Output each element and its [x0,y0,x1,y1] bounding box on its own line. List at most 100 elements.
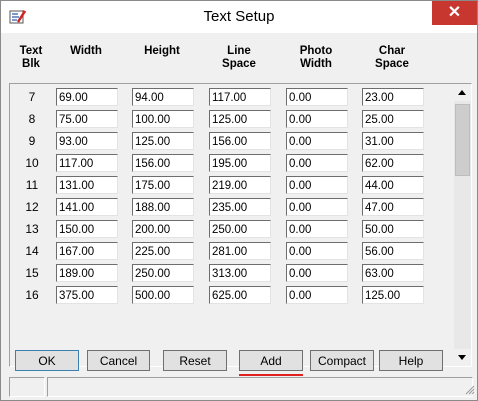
line-space-field[interactable]: 281.00 [209,242,271,260]
row-blk-number: 15 [25,266,39,280]
line-space-field[interactable]: 117.00 [209,88,271,106]
text-setup-window: Text Setup ✕ Text Blk Width Height Line Sp… [0,0,478,401]
title-bar[interactable]: Text Setup ✕ [1,1,477,33]
char-space-field[interactable]: 25.00 [362,110,424,128]
header-label-5: Char Space [375,45,409,70]
char-space-field[interactable]: 62.00 [362,154,424,172]
char-space-field[interactable]: 50.00 [362,220,424,238]
photo-width-field[interactable]: 0.00 [286,198,348,216]
scroll-up-button[interactable] [454,84,471,101]
line-space-field[interactable]: 219.00 [209,176,271,194]
cancel-button[interactable]: Cancel [87,350,150,371]
table-row: 16 375.00 500.00 625.00 0.00 125.00 [10,286,454,308]
photo-width-field[interactable]: 0.00 [286,132,348,150]
height-field[interactable]: 156.00 [132,154,194,172]
header-label-4: Photo Width [299,45,333,70]
width-field[interactable]: 150.00 [56,220,118,238]
height-field[interactable]: 225.00 [132,242,194,260]
row-blk-number: 10 [25,156,39,170]
header-line-space: Line Space [208,45,270,71]
width-field[interactable]: 69.00 [56,88,118,106]
char-space-field[interactable]: 125.00 [362,286,424,304]
char-space-field[interactable]: 31.00 [362,132,424,150]
table-row: 9 93.00 125.00 156.00 0.00 31.00 [10,132,454,154]
arrow-up-icon [458,90,466,95]
width-field[interactable]: 141.00 [56,198,118,216]
header-width: Width [55,45,117,58]
width-field[interactable]: 117.00 [56,154,118,172]
header-label-2: Height [144,45,180,57]
row-blk-number: 7 [28,90,36,104]
photo-width-field[interactable]: 0.00 [286,286,348,304]
reset-button[interactable]: Reset [163,350,227,371]
photo-width-field[interactable]: 0.00 [286,110,348,128]
table-row: 14 167.00 225.00 281.00 0.00 56.00 [10,242,454,264]
photo-width-field[interactable]: 0.00 [286,220,348,238]
line-space-field[interactable]: 625.00 [209,286,271,304]
char-space-field[interactable]: 47.00 [362,198,424,216]
close-button[interactable]: ✕ [432,1,477,25]
vertical-scrollbar[interactable] [454,84,471,366]
row-blk-number: 13 [25,222,39,236]
char-space-field[interactable]: 23.00 [362,88,424,106]
status-pane-main [47,377,473,397]
text-blocks-list: 7 69.00 94.00 117.00 0.00 23.00 8 75.00 100.00 12… [9,83,472,367]
photo-width-field[interactable]: 0.00 [286,154,348,172]
header-label-1: Width [70,45,102,57]
status-pane-left [9,377,45,397]
row-blk-number: 12 [25,200,39,214]
table-row: 8 75.00 100.00 125.00 0.00 25.00 [10,110,454,132]
help-button[interactable]: Help [379,350,443,371]
height-field[interactable]: 188.00 [132,198,194,216]
height-field[interactable]: 100.00 [132,110,194,128]
resize-grip-icon[interactable] [465,385,475,395]
row-blk-number: 9 [28,134,36,148]
line-space-field[interactable]: 235.00 [209,198,271,216]
add-highlight-underline [239,374,303,376]
height-field[interactable]: 500.00 [132,286,194,304]
header-height: Height [131,45,193,58]
compact-button[interactable]: Compact [310,350,374,371]
row-blk-number: 11 [25,178,39,192]
column-header: Text Blk Width Height Line Space Photo Widt… [1,33,477,83]
table-row: 15 189.00 250.00 313.00 0.00 63.00 [10,264,454,286]
photo-width-field[interactable]: 0.00 [286,242,348,260]
add-button[interactable]: Add [239,350,303,371]
char-space-field[interactable]: 44.00 [362,176,424,194]
char-space-field[interactable]: 56.00 [362,242,424,260]
scroll-down-button[interactable] [454,349,471,366]
char-space-field[interactable]: 63.00 [362,264,424,282]
height-field[interactable]: 175.00 [132,176,194,194]
height-field[interactable]: 200.00 [132,220,194,238]
scroll-thumb[interactable] [455,104,470,176]
row-blk-number: 8 [28,112,36,126]
width-field[interactable]: 93.00 [56,132,118,150]
width-field[interactable]: 189.00 [56,264,118,282]
line-space-field[interactable]: 313.00 [209,264,271,282]
width-field[interactable]: 167.00 [56,242,118,260]
height-field[interactable]: 94.00 [132,88,194,106]
status-bar [9,377,477,397]
height-field[interactable]: 250.00 [132,264,194,282]
line-space-field[interactable]: 195.00 [209,154,271,172]
line-space-field[interactable]: 156.00 [209,132,271,150]
table-row: 10 117.00 156.00 195.00 0.00 62.00 [10,154,454,176]
row-blk-number: 16 [25,288,39,302]
width-field[interactable]: 131.00 [56,176,118,194]
close-icon: ✕ [447,4,462,21]
window-title: Text Setup [203,8,275,25]
height-field[interactable]: 125.00 [132,132,194,150]
line-space-field[interactable]: 125.00 [209,110,271,128]
width-field[interactable]: 75.00 [56,110,118,128]
photo-width-field[interactable]: 0.00 [286,264,348,282]
width-field[interactable]: 375.00 [56,286,118,304]
header-char-space: Char Space [361,45,423,71]
photo-width-field[interactable]: 0.00 [286,176,348,194]
table-row: 11 131.00 175.00 219.00 0.00 44.00 [10,176,454,198]
ok-button[interactable]: OK [15,350,79,371]
line-space-field[interactable]: 250.00 [209,220,271,238]
photo-width-field[interactable]: 0.00 [286,88,348,106]
table-row: 12 141.00 188.00 235.00 0.00 47.00 [10,198,454,220]
table-row: 7 69.00 94.00 117.00 0.00 23.00 [10,88,454,110]
table-row: 13 150.00 200.00 250.00 0.00 50.00 [10,220,454,242]
